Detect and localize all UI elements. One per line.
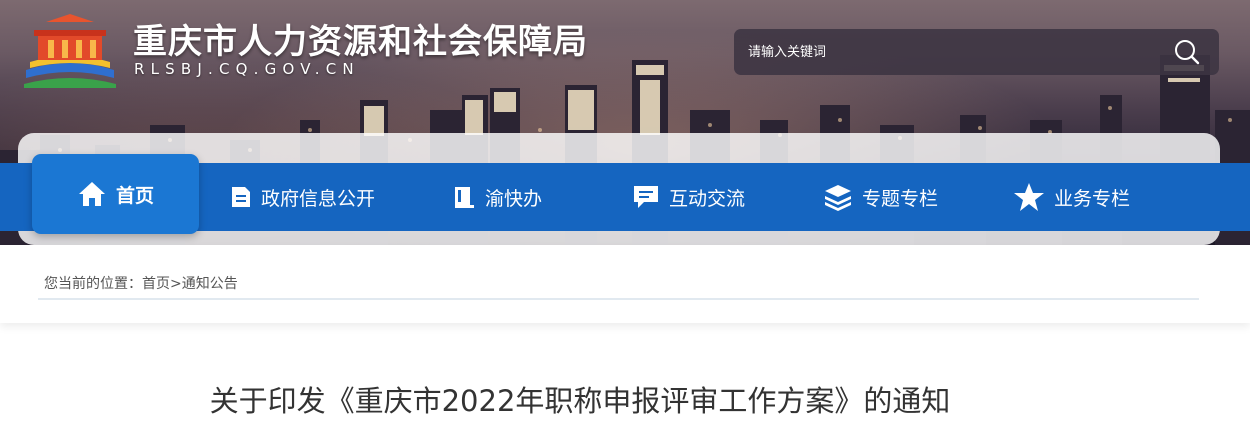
nav-label-home: 首页 [115, 184, 154, 207]
nav-label-interaction: 互动交流 [669, 187, 746, 210]
breadcrumb-prefix: 您当前的位置： [44, 276, 142, 292]
nav-item-gov-info[interactable]: 政府信息公开 [230, 163, 375, 231]
home-icon [78, 182, 105, 206]
nav-item-interaction[interactable]: 互动交流 [632, 163, 745, 231]
nav-label-special: 专题专栏 [862, 187, 939, 210]
article-title: 关于印发《重庆市2022年职称申报评审工作方案》的通知 [209, 384, 951, 418]
search-icon[interactable] [1173, 38, 1201, 66]
chongqing-government-logo[interactable] [20, 12, 120, 88]
nav-item-special[interactable]: 专题专栏 [823, 163, 938, 231]
nav-label-gov-info: 政府信息公开 [261, 187, 376, 210]
nav-item-business[interactable]: 业务专栏 [1013, 163, 1130, 231]
nav-item-yukuaiban[interactable]: 渝快办 [452, 163, 542, 231]
search-input[interactable] [748, 41, 1148, 63]
breadcrumb-divider [38, 298, 1199, 300]
chat-icon [634, 186, 658, 208]
breadcrumb: 您当前的位置：首页>通知公告 [44, 273, 238, 293]
star-icon [1014, 183, 1044, 211]
document-icon [232, 187, 250, 207]
site-title[interactable]: 重庆市人力资源和社会保障局 [133, 14, 588, 63]
breadcrumb-link-home[interactable]: 首页 [142, 276, 170, 292]
nav-item-home[interactable]: 首页 [32, 154, 199, 234]
site-domain: RLSBJ.CQ.GOV.CN [134, 60, 360, 78]
nav-label-business: 业务专栏 [1054, 187, 1131, 210]
breadcrumb-link-notices[interactable]: 通知公告 [182, 276, 238, 292]
search-box [734, 29, 1219, 75]
layers-icon [825, 185, 851, 211]
breadcrumb-separator: > [170, 276, 182, 292]
book-icon [455, 187, 474, 208]
nav-label-yukuaiban: 渝快办 [485, 187, 543, 210]
